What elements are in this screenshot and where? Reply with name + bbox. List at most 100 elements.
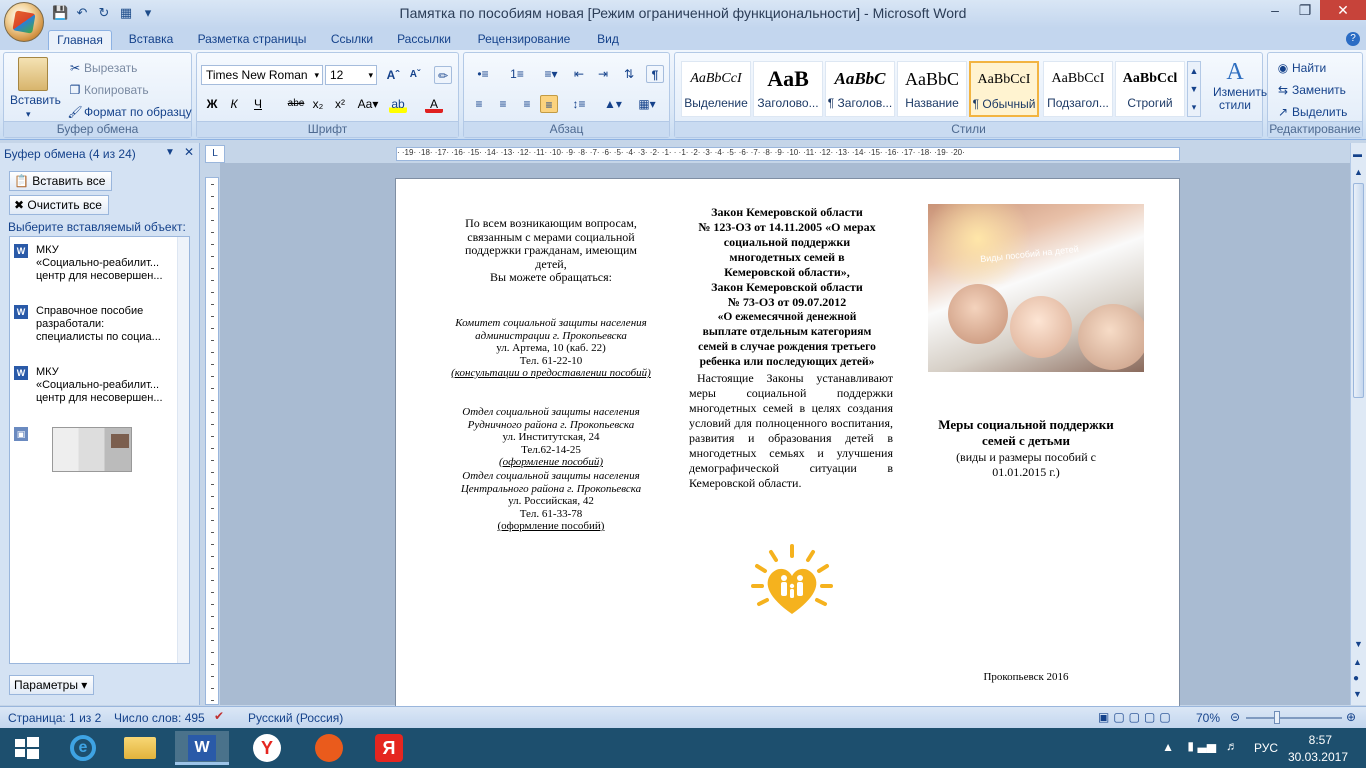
clear-format-icon[interactable]: ✏ [434,66,452,84]
options-button[interactable]: Параметры ▾ [9,675,95,695]
media-taskbar-icon[interactable] [302,731,356,765]
restore-button[interactable]: ❐ [1290,0,1320,20]
replace-button[interactable]: ⇆ Заменить [1274,81,1346,99]
network-icon[interactable]: ▮ [1187,739,1194,753]
pane-close-icon[interactable]: ✕ [184,145,194,159]
superscript-icon[interactable]: x² [331,95,349,113]
ie-taskbar-icon[interactable]: e [56,731,110,765]
clip-item-image[interactable]: ▣ [14,427,184,477]
zoom-level[interactable]: 70% [1196,711,1220,725]
print-preview-icon[interactable]: ▦ [118,5,134,21]
split-icon[interactable]: ▬ [1353,149,1362,159]
undo-icon[interactable]: ↶ [74,5,90,21]
copy-button[interactable]: ❐ Копировать [66,81,149,99]
paste-icon[interactable] [18,57,48,91]
yandex-taskbar-icon[interactable]: Я [362,731,416,765]
word-count[interactable]: Число слов: 495 [114,711,205,725]
word-taskbar-icon[interactable]: W [175,731,229,765]
scroll-down-icon[interactable]: ▼ [1354,639,1363,649]
tray-expand-icon[interactable]: ▲ [1162,740,1174,754]
paste-button[interactable]: Вставить [10,93,61,107]
style-heading1[interactable]: AaB Заголово... [753,61,823,117]
sort-icon[interactable]: ⇅ [620,65,638,83]
explorer-taskbar-icon[interactable] [113,731,167,765]
pane-options-icon[interactable]: ▼ [165,147,175,158]
save-icon[interactable]: 💾 [52,5,68,21]
help-icon[interactable]: ? [1346,32,1360,46]
scroll-thumb[interactable] [1353,183,1364,398]
clip-list-scrollbar[interactable] [177,237,189,663]
tab-view[interactable]: Вид [588,30,628,50]
keyboard-language[interactable]: РУС [1254,741,1278,755]
font-name-box[interactable]: Times New Roman ▾ [201,65,323,85]
style-title[interactable]: AaBbC Название [897,61,967,117]
view-buttons[interactable]: ▣▢▢▢▢ [1098,710,1175,724]
clock-date[interactable]: 30.03.2017 [1288,750,1348,764]
tab-home[interactable]: Главная [48,30,112,50]
multilevel-list-icon[interactable]: ≡▾ [538,65,564,83]
bullets-icon[interactable]: •≡ [470,65,496,83]
font-dropdown-icon[interactable]: ▾ [314,66,319,84]
tab-mailings[interactable]: Рассылки [390,30,458,50]
format-painter-button[interactable]: 🖌Формат по образцу [66,103,191,121]
language[interactable]: Русский (Россия) [248,711,343,725]
spelling-check-icon[interactable]: ✔ [214,709,224,723]
close-button[interactable]: ✕ [1320,0,1366,20]
select-button[interactable]: ↗ Выделить [1274,103,1347,121]
style-subtitle[interactable]: AaBbCcI Подзагол... [1043,61,1113,117]
paste-all-button[interactable]: 📋 Вставить все [9,171,113,191]
borders-icon[interactable]: ▦▾ [634,95,660,113]
qat-customize-icon[interactable]: ▾ [140,5,156,21]
line-spacing-icon[interactable]: ↕≡ [566,95,592,113]
tab-page-layout[interactable]: Разметка страницы [192,30,312,50]
font-size-box[interactable]: 12 ▾ [325,65,377,85]
strikethrough-icon[interactable]: abe [285,95,307,113]
align-center-icon[interactable]: ≡ [494,95,512,113]
grow-font-icon[interactable]: Aˆ [384,66,402,84]
size-dropdown-icon[interactable]: ▾ [368,66,373,84]
signal-icon[interactable]: ▃▅ [1198,739,1216,753]
start-button[interactable] [0,731,54,765]
page-count[interactable]: Страница: 1 из 2 [8,711,101,725]
bold-icon[interactable]: Ж [203,95,221,113]
zoom-thumb[interactable] [1274,711,1280,724]
tab-insert[interactable]: Вставка [120,30,182,50]
show-marks-icon[interactable]: ¶ [646,65,664,83]
cut-button[interactable]: ✂ Вырезать [66,59,137,77]
redo-icon[interactable]: ↻ [96,5,112,21]
numbering-icon[interactable]: 1≡ [504,65,530,83]
style-heading2[interactable]: AaBbC ¶ Заголов... [825,61,895,117]
scroll-up-icon[interactable]: ▲ [1354,167,1363,177]
tab-review[interactable]: Рецензирование [468,30,580,50]
style-emphasis[interactable]: AaBbCcI Выделение [681,61,751,117]
yandex-browser-taskbar-icon[interactable]: Y [240,731,294,765]
document-page[interactable]: По всем возникающим вопросам, связанным … [395,178,1180,738]
clear-all-button[interactable]: ✖ Очистить все [9,195,109,215]
office-button[interactable] [4,2,44,42]
subscript-icon[interactable]: x₂ [309,95,327,113]
shading-icon[interactable]: ▲▾ [600,95,626,113]
highlight-icon[interactable]: ab [389,95,407,113]
underline-icon[interactable]: Ч [249,95,267,113]
zoom-in-icon[interactable]: ⊕ [1346,710,1356,724]
italic-icon[interactable]: К [225,95,243,113]
browse-object-icon[interactable]: ● [1353,673,1359,684]
change-styles-button[interactable]: A Изменить стили [1213,59,1267,112]
style-strong[interactable]: AaBbCcl Строгий [1115,61,1185,117]
font-color-icon[interactable]: A [425,95,443,113]
increase-indent-icon[interactable]: ⇥ [594,65,612,83]
shrink-font-icon[interactable]: Aˇ [406,66,424,84]
vertical-scrollbar[interactable]: ▬ ▲ ▼ ▲ ● ▼ [1350,143,1366,705]
paste-dropdown-icon[interactable]: ▾ [26,109,31,120]
clock-time[interactable]: 8:57 [1309,733,1332,747]
tab-references[interactable]: Ссылки [322,30,382,50]
change-case-icon[interactable]: Aa▾ [355,95,381,113]
zoom-slider[interactable] [1246,717,1342,719]
align-left-icon[interactable]: ≡ [470,95,488,113]
vertical-ruler[interactable] [205,177,219,705]
style-normal[interactable]: AaBbCcI ¶ Обычный [969,61,1039,117]
styles-scroll[interactable]: ▲ ▼ ▾ [1187,61,1201,117]
next-page-icon[interactable]: ▼ [1353,689,1362,699]
minimize-button[interactable]: – [1260,0,1290,20]
decrease-indent-icon[interactable]: ⇤ [570,65,588,83]
